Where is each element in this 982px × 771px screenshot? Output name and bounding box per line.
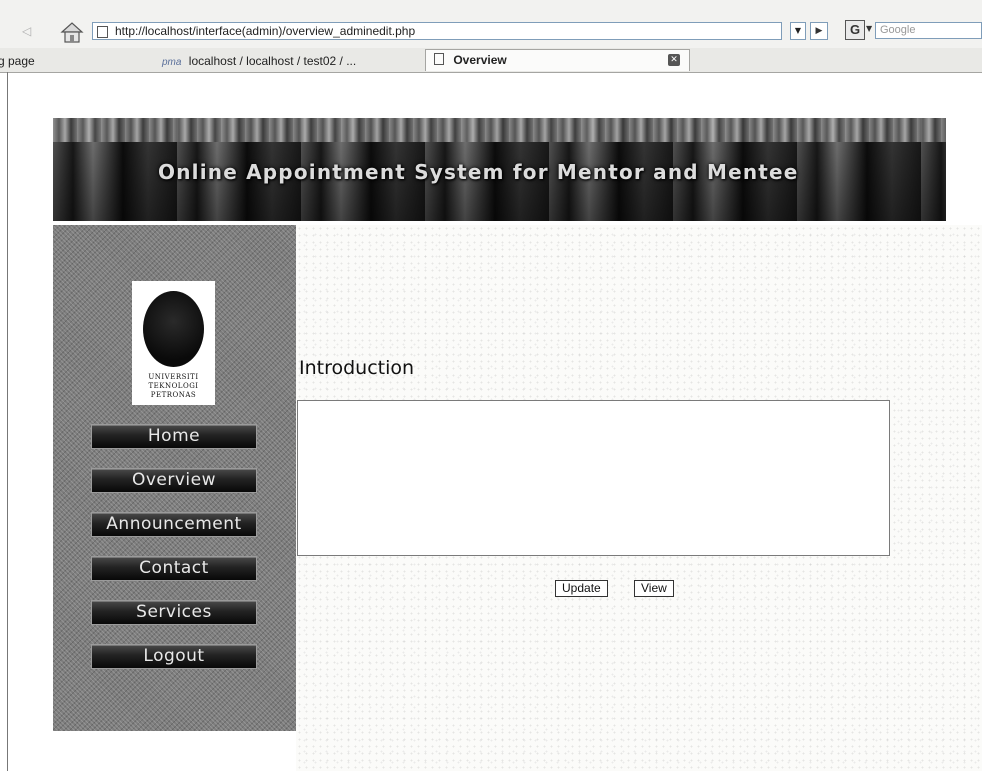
banner-photo <box>53 118 946 142</box>
logo-seal-icon <box>143 291 204 367</box>
university-logo: UNIVERSITI TEKNOLOGI PETRONAS <box>132 281 215 405</box>
go-button[interactable]: ▶ <box>810 22 828 40</box>
address-dropdown-icon[interactable]: ▼ <box>790 22 806 40</box>
section-title: Introduction <box>299 357 415 379</box>
logo-text: TEKNOLOGI <box>148 382 199 390</box>
header-banner: Online Appointment System for Mentor and… <box>53 118 946 221</box>
page-icon <box>97 26 108 38</box>
nav-services-button[interactable]: Services <box>91 600 257 625</box>
address-bar[interactable]: http://localhost/interface(admin)/overvi… <box>92 22 782 40</box>
view-button[interactable]: View <box>634 580 674 597</box>
address-url: http://localhost/interface(admin)/overvi… <box>115 24 416 38</box>
logo-text: PETRONAS <box>150 391 197 399</box>
tab-overview[interactable]: Overview <box>425 49 690 71</box>
introduction-textarea[interactable] <box>297 400 890 556</box>
tab-label: localhost / localhost / test02 / ... <box>188 54 357 68</box>
nav-home-button[interactable]: Home <box>91 424 257 449</box>
divider <box>7 72 8 771</box>
back-arrow-icon[interactable]: ◁ <box>22 24 31 38</box>
tab-start-page[interactable]: g page <box>0 51 35 71</box>
search-engine-icon[interactable]: G <box>845 20 865 40</box>
search-engine-dropdown-icon[interactable]: ▼ <box>866 24 872 33</box>
phpmyadmin-icon: pma <box>162 57 182 68</box>
update-button[interactable]: Update <box>555 580 608 597</box>
browser-toolbar: ◁ http://localhost/interface(admin)/over… <box>0 0 982 49</box>
nav-announcement-button[interactable]: Announcement <box>91 512 257 537</box>
site-title: Online Appointment System for Mentor and… <box>158 160 799 184</box>
nav-logout-button[interactable]: Logout <box>91 644 257 669</box>
tab-phpmyadmin[interactable]: pma localhost / localhost / test02 / ... <box>162 51 356 71</box>
close-tab-icon[interactable]: ✕ <box>668 54 680 66</box>
home-icon[interactable] <box>60 21 84 43</box>
tab-bar: g page pma localhost / localhost / test0… <box>0 48 982 73</box>
logo-text: UNIVERSITI <box>148 373 199 381</box>
nav-overview-button[interactable]: Overview <box>91 468 257 493</box>
tab-label: g page <box>0 54 35 68</box>
page-icon <box>434 53 444 65</box>
nav-contact-button[interactable]: Contact <box>91 556 257 581</box>
search-input[interactable]: Google <box>875 22 982 39</box>
tab-label: Overview <box>453 53 507 67</box>
